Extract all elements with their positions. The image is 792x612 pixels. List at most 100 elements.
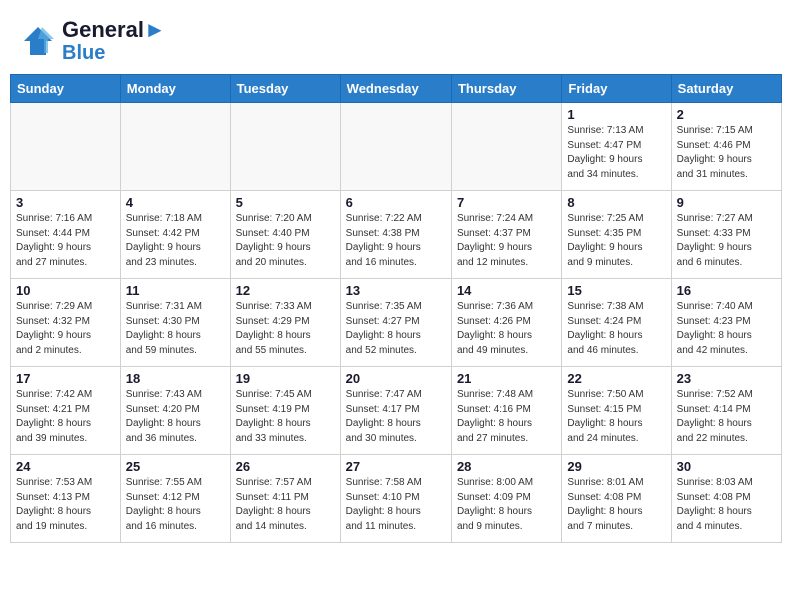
day-number: 28 (457, 459, 556, 474)
calendar-container: SundayMondayTuesdayWednesdayThursdayFrid… (0, 74, 792, 553)
day-number: 15 (567, 283, 665, 298)
day-number: 30 (677, 459, 776, 474)
calendar-cell: 10 Sunrise: 7:29 AM Sunset: 4:32 PM Dayli… (11, 279, 121, 367)
calendar-cell: 15 Sunrise: 7:38 AM Sunset: 4:24 PM Dayli… (562, 279, 671, 367)
day-info: Sunrise: 7:40 AM Sunset: 4:23 PM Dayligh… (677, 300, 776, 358)
day-info: Sunrise: 7:22 AM Sunset: 4:38 PM Dayligh… (346, 212, 446, 270)
day-number: 22 (567, 371, 665, 386)
calendar-cell: 22 Sunrise: 7:50 AM Sunset: 4:15 PM Dayli… (562, 367, 671, 455)
weekday-header-sunday: Sunday (11, 75, 121, 103)
day-info: Sunrise: 7:53 AM Sunset: 4:13 PM Dayligh… (16, 476, 115, 534)
calendar-cell (120, 103, 230, 191)
day-number: 13 (346, 283, 446, 298)
calendar-cell: 1 Sunrise: 7:13 AM Sunset: 4:47 PM Daylig… (562, 103, 671, 191)
day-number: 18 (126, 371, 225, 386)
weekday-header-wednesday: Wednesday (340, 75, 451, 103)
calendar-cell: 8Sunrise: 7:25 AM Sunset: 4:35 PM Daylig… (562, 191, 671, 279)
day-number: 11 (126, 283, 225, 298)
calendar-cell: 25 Sunrise: 7:55 AM Sunset: 4:12 PM Dayli… (120, 455, 230, 543)
day-number: 5 (236, 195, 335, 210)
day-info: Sunrise: 7:33 AM Sunset: 4:29 PM Dayligh… (236, 300, 335, 358)
calendar-cell: 26 Sunrise: 7:57 AM Sunset: 4:11 PM Dayli… (230, 455, 340, 543)
calendar-cell: 14 Sunrise: 7:36 AM Sunset: 4:26 PM Dayli… (451, 279, 561, 367)
weekday-header-friday: Friday (562, 75, 671, 103)
day-info: Sunrise: 7:29 AM Sunset: 4:32 PM Dayligh… (16, 300, 115, 358)
day-info: Sunrise: 7:36 AM Sunset: 4:26 PM Dayligh… (457, 300, 556, 358)
day-number: 14 (457, 283, 556, 298)
calendar-cell: 23Sunrise: 7:52 AM Sunset: 4:14 PM Dayli… (671, 367, 781, 455)
day-info: Sunrise: 7:52 AM Sunset: 4:14 PM Dayligh… (677, 388, 776, 446)
calendar-cell: 20Sunrise: 7:47 AM Sunset: 4:17 PM Dayli… (340, 367, 451, 455)
day-info: Sunrise: 7:58 AM Sunset: 4:10 PM Dayligh… (346, 476, 446, 534)
calendar-cell: 2 Sunrise: 7:15 AM Sunset: 4:46 PM Daylig… (671, 103, 781, 191)
day-number: 24 (16, 459, 115, 474)
day-number: 4 (126, 195, 225, 210)
day-number: 26 (236, 459, 335, 474)
day-number: 20 (346, 371, 446, 386)
calendar-week-row: 24 Sunrise: 7:53 AM Sunset: 4:13 PM Dayli… (11, 455, 782, 543)
calendar-cell: 5 Sunrise: 7:20 AM Sunset: 4:40 PM Daylig… (230, 191, 340, 279)
day-info: Sunrise: 7:35 AM Sunset: 4:27 PM Dayligh… (346, 300, 446, 358)
calendar-cell: 21Sunrise: 7:48 AM Sunset: 4:16 PM Dayli… (451, 367, 561, 455)
weekday-header-saturday: Saturday (671, 75, 781, 103)
calendar-cell: 6 Sunrise: 7:22 AM Sunset: 4:38 PM Daylig… (340, 191, 451, 279)
calendar-cell (340, 103, 451, 191)
day-number: 8 (567, 195, 665, 210)
calendar-cell (230, 103, 340, 191)
logo: General► Blue (20, 18, 166, 64)
day-number: 12 (236, 283, 335, 298)
calendar-cell: 9 Sunrise: 7:27 AM Sunset: 4:33 PM Daylig… (671, 191, 781, 279)
weekday-header-tuesday: Tuesday (230, 75, 340, 103)
day-number: 19 (236, 371, 335, 386)
calendar-cell: 4 Sunrise: 7:18 AM Sunset: 4:42 PM Daylig… (120, 191, 230, 279)
day-number: 10 (16, 283, 115, 298)
calendar-cell: 28 Sunrise: 8:00 AM Sunset: 4:09 PM Dayli… (451, 455, 561, 543)
day-info: Sunrise: 8:00 AM Sunset: 4:09 PM Dayligh… (457, 476, 556, 534)
calendar-cell: 7 Sunrise: 7:24 AM Sunset: 4:37 PM Daylig… (451, 191, 561, 279)
day-number: 29 (567, 459, 665, 474)
day-info: Sunrise: 7:20 AM Sunset: 4:40 PM Dayligh… (236, 212, 335, 270)
calendar-cell (11, 103, 121, 191)
day-info: Sunrise: 7:42 AM Sunset: 4:21 PM Dayligh… (16, 388, 115, 446)
weekday-header-monday: Monday (120, 75, 230, 103)
weekday-header-thursday: Thursday (451, 75, 561, 103)
day-number: 3 (16, 195, 115, 210)
day-info: Sunrise: 7:55 AM Sunset: 4:12 PM Dayligh… (126, 476, 225, 534)
day-number: 9 (677, 195, 776, 210)
day-number: 2 (677, 107, 776, 122)
day-info: Sunrise: 7:31 AM Sunset: 4:30 PM Dayligh… (126, 300, 225, 358)
day-info: Sunrise: 7:38 AM Sunset: 4:24 PM Dayligh… (567, 300, 665, 358)
calendar-week-row: 10 Sunrise: 7:29 AM Sunset: 4:32 PM Dayli… (11, 279, 782, 367)
calendar-cell: 3Sunrise: 7:16 AM Sunset: 4:44 PM Daylig… (11, 191, 121, 279)
calendar-week-row: 1 Sunrise: 7:13 AM Sunset: 4:47 PM Daylig… (11, 103, 782, 191)
day-number: 16 (677, 283, 776, 298)
day-info: Sunrise: 7:50 AM Sunset: 4:15 PM Dayligh… (567, 388, 665, 446)
calendar-week-row: 3Sunrise: 7:16 AM Sunset: 4:44 PM Daylig… (11, 191, 782, 279)
calendar-body: 1 Sunrise: 7:13 AM Sunset: 4:47 PM Daylig… (11, 103, 782, 543)
day-info: Sunrise: 7:43 AM Sunset: 4:20 PM Dayligh… (126, 388, 225, 446)
day-info: Sunrise: 7:18 AM Sunset: 4:42 PM Dayligh… (126, 212, 225, 270)
calendar-cell: 30 Sunrise: 8:03 AM Sunset: 4:08 PM Dayli… (671, 455, 781, 543)
day-info: Sunrise: 7:57 AM Sunset: 4:11 PM Dayligh… (236, 476, 335, 534)
day-number: 17 (16, 371, 115, 386)
day-number: 7 (457, 195, 556, 210)
calendar-header: SundayMondayTuesdayWednesdayThursdayFrid… (11, 75, 782, 103)
page-header: General► Blue (0, 0, 792, 74)
calendar-cell: 24 Sunrise: 7:53 AM Sunset: 4:13 PM Dayli… (11, 455, 121, 543)
day-info: Sunrise: 7:48 AM Sunset: 4:16 PM Dayligh… (457, 388, 556, 446)
calendar-cell: 12 Sunrise: 7:33 AM Sunset: 4:29 PM Dayli… (230, 279, 340, 367)
day-number: 1 (567, 107, 665, 122)
calendar-cell: 19Sunrise: 7:45 AM Sunset: 4:19 PM Dayli… (230, 367, 340, 455)
day-number: 27 (346, 459, 446, 474)
day-number: 25 (126, 459, 225, 474)
day-info: Sunrise: 7:24 AM Sunset: 4:37 PM Dayligh… (457, 212, 556, 270)
day-number: 6 (346, 195, 446, 210)
day-info: Sunrise: 7:13 AM Sunset: 4:47 PM Dayligh… (567, 124, 665, 182)
day-info: Sunrise: 7:15 AM Sunset: 4:46 PM Dayligh… (677, 124, 776, 182)
calendar-cell: 13 Sunrise: 7:35 AM Sunset: 4:27 PM Dayli… (340, 279, 451, 367)
day-info: Sunrise: 7:27 AM Sunset: 4:33 PM Dayligh… (677, 212, 776, 270)
day-info: Sunrise: 8:01 AM Sunset: 4:08 PM Dayligh… (567, 476, 665, 534)
day-info: Sunrise: 8:03 AM Sunset: 4:08 PM Dayligh… (677, 476, 776, 534)
calendar-cell: 18 Sunrise: 7:43 AM Sunset: 4:20 PM Dayli… (120, 367, 230, 455)
calendar-cell: 29 Sunrise: 8:01 AM Sunset: 4:08 PM Dayli… (562, 455, 671, 543)
